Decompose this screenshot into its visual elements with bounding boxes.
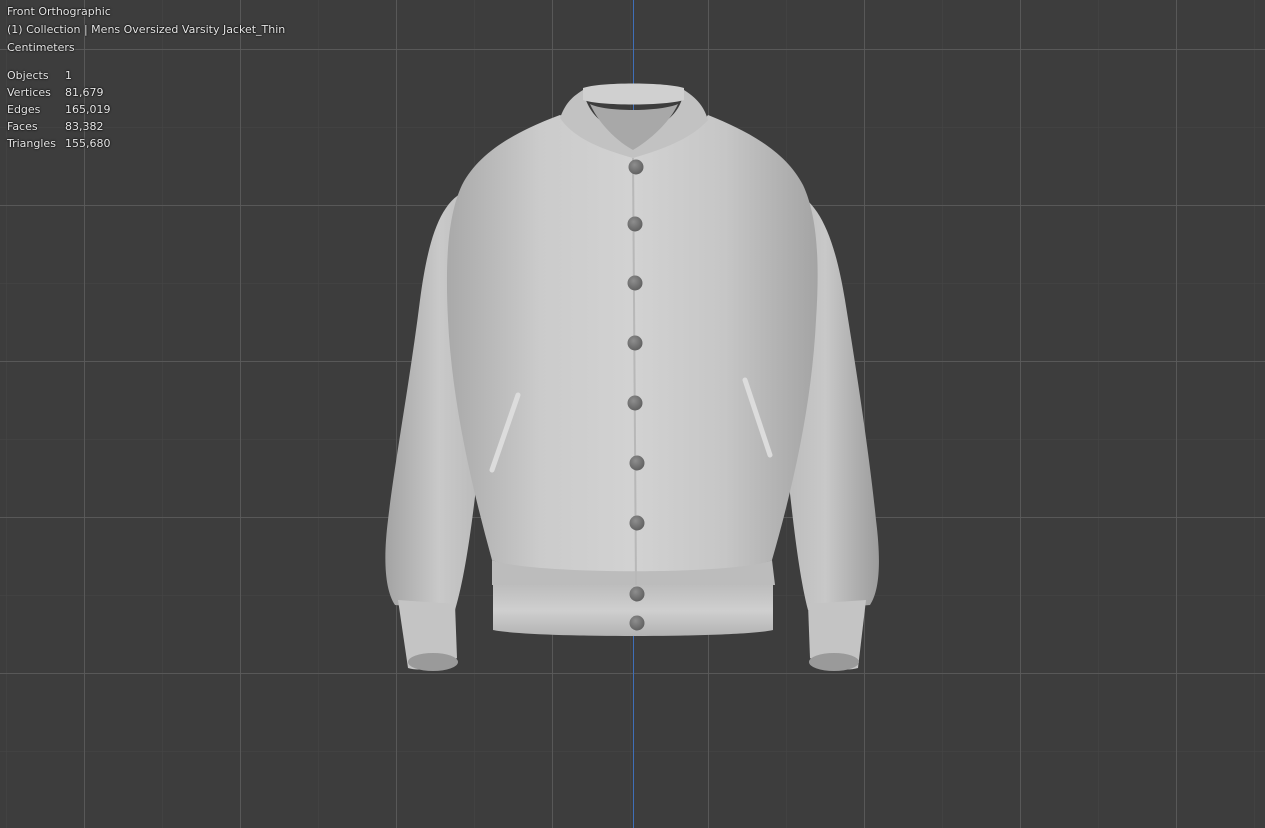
units-label: Centimeters xyxy=(7,41,75,54)
stat-faces: Faces 83,382 xyxy=(7,118,285,135)
collection-line: (1) Collection | Mens Oversized Varsity … xyxy=(7,23,286,36)
snap-button xyxy=(629,515,645,531)
stat-edges: Edges 165,019 xyxy=(7,101,285,118)
stat-value: 155,680 xyxy=(65,137,111,150)
stat-value: 81,679 xyxy=(65,86,104,99)
stat-triangles: Triangles 155,680 xyxy=(7,135,285,152)
snap-button xyxy=(627,275,643,291)
snap-button xyxy=(629,586,645,602)
snap-button xyxy=(627,395,643,411)
stat-objects: Objects 1 xyxy=(7,67,285,84)
stat-value: 1 xyxy=(65,69,72,82)
scene-statistics: Objects 1 Vertices 81,679 Edges 165,019 … xyxy=(7,67,285,152)
snap-button xyxy=(627,216,643,232)
stat-label: Edges xyxy=(7,103,41,116)
stat-label: Faces xyxy=(7,120,38,133)
snap-button xyxy=(627,335,643,351)
stat-label: Objects xyxy=(7,69,49,82)
stat-value: 165,019 xyxy=(65,103,111,116)
snap-button xyxy=(628,159,644,175)
3d-viewport[interactable]: Front Orthographic (1) Collection | Mens… xyxy=(0,0,1265,828)
stat-label: Triangles xyxy=(7,137,56,150)
stat-vertices: Vertices 81,679 xyxy=(7,84,285,101)
view-name: Front Orthographic xyxy=(7,5,111,18)
stat-label: Vertices xyxy=(7,86,51,99)
snap-button xyxy=(629,455,645,471)
snap-button xyxy=(629,615,645,631)
stat-value: 83,382 xyxy=(65,120,104,133)
viewport-info-overlay: Front Orthographic (1) Collection | Mens… xyxy=(7,3,285,152)
